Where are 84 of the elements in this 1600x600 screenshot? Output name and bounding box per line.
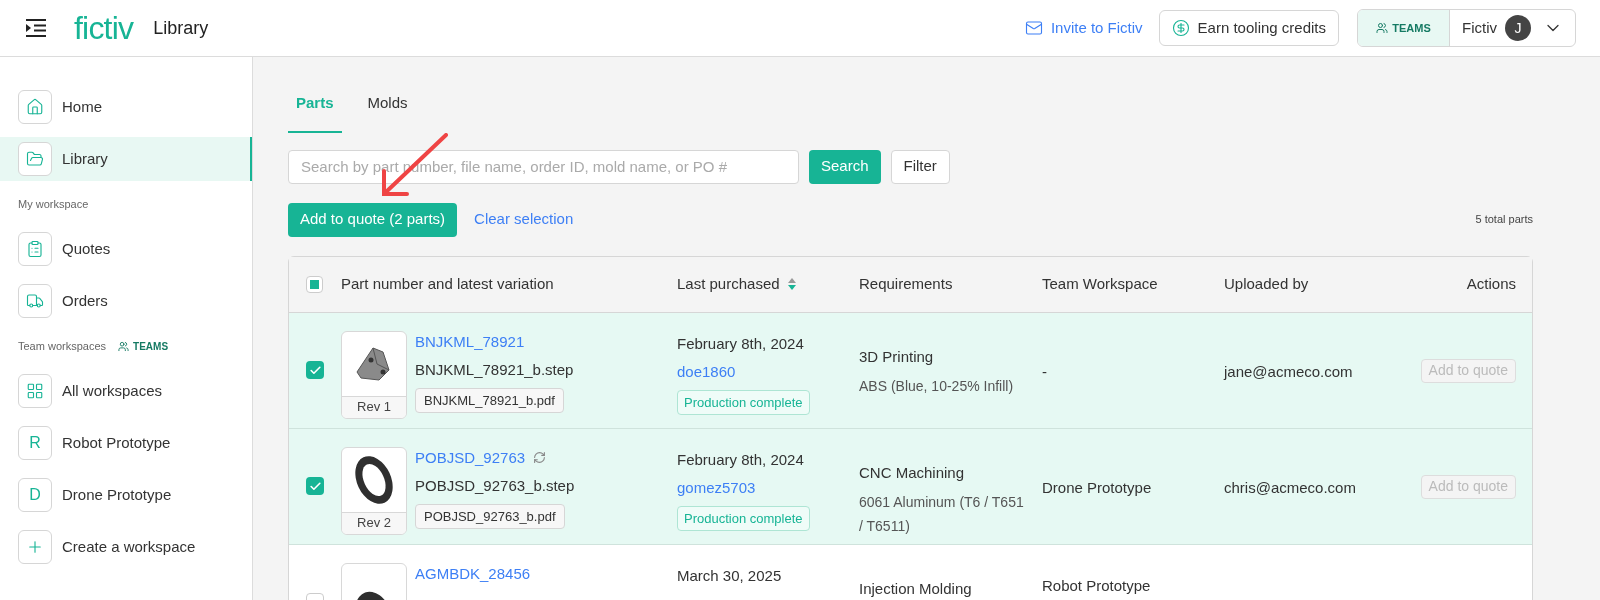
process-name: 3D Printing — [859, 346, 935, 367]
material-text: ABS (Blue, 10-25% Infill) — [859, 377, 1015, 396]
section-label: Team workspaces — [18, 338, 107, 354]
sidebar-item[interactable]: Home — [0, 85, 252, 129]
drawing-file-chip[interactable]: BNJKML_78921_b.pdf — [415, 387, 564, 413]
select-all-checkbox[interactable] — [306, 275, 323, 293]
row-checkbox[interactable] — [306, 477, 324, 495]
sidebar-label: Drone Prototype — [62, 484, 172, 505]
team-workspace-text: Drone Prototype — [1042, 477, 1152, 498]
column-header[interactable]: Requirements — [859, 272, 953, 296]
part-number-link[interactable]: BNJKML_78921 — [415, 330, 525, 353]
column-header[interactable]: Team Workspace — [1042, 272, 1158, 296]
sidebar-label: All workspaces — [62, 380, 163, 401]
workspace-initial: D — [29, 485, 41, 505]
part-number-link[interactable]: AGMBDK_28456 — [415, 562, 531, 585]
uploader-email: jane@acmeco.com — [1224, 361, 1353, 382]
material-text: 6061 Aluminum (T6 / T651 / T6511) — [859, 493, 1025, 536]
revision-label: Rev 1 — [342, 395, 406, 418]
earn-credits-button[interactable]: Earn tooling credits — [1158, 10, 1339, 46]
dollar-icon — [1171, 19, 1190, 37]
part-thumbnail[interactable]: Rev 1 — [341, 330, 407, 419]
section-label: My workspace — [18, 196, 89, 212]
row-checkbox[interactable] — [306, 361, 324, 379]
sidebar-item[interactable]: Create a workspace — [0, 525, 252, 569]
part-thumbnail[interactable]: Rev 2 — [341, 446, 407, 535]
drawing-file-chip[interactable]: POBJSD_92763_b.pdf — [415, 503, 565, 529]
plus-icon — [26, 538, 44, 556]
file-name: POBJSD_92763_b.step — [415, 476, 575, 496]
sidebar-item[interactable]: Quotes — [0, 227, 252, 271]
menu-icon[interactable] — [24, 16, 48, 40]
column-header[interactable]: Last purchased — [677, 272, 796, 296]
part-number-link[interactable]: POBJSD_92763 — [415, 446, 526, 469]
workspace-initial: R — [29, 433, 41, 453]
mail-icon — [1024, 19, 1043, 37]
status-tag: Production complete — [677, 505, 810, 531]
sort-icon — [787, 278, 796, 290]
status-tag: Production complete — [677, 389, 810, 415]
sidebar-item[interactable]: Orders — [0, 279, 252, 323]
grid-icon — [26, 382, 44, 400]
purchase-date: March 30, 2025 — [677, 565, 782, 586]
sidebar-label: Library — [62, 148, 108, 169]
clear-selection-link[interactable]: Clear selection — [474, 208, 574, 231]
page-title: Library — [153, 16, 209, 40]
sidebar-label: Orders — [62, 290, 108, 311]
buyer-link[interactable]: doe1860 — [677, 361, 736, 384]
sidebar-item[interactable]: All workspaces — [0, 369, 252, 413]
table-row[interactable]: Rev 2 POBJSD_92763 POBJSD_92763_b.step POBJSD_92763_b.pdf February 8th, 2024 gomez5703 Production complete CNC Machining 6061 Aluminum (T6 / T651 / T6511) Drone Prototype chris@acmeco.com Add to quote — [289, 428, 1532, 545]
invite-link[interactable]: Invite to Fictiv — [1024, 16, 1143, 40]
filter-button[interactable]: Filter — [890, 149, 950, 184]
table-row[interactable]: Rev 1 BNJKML_78921 BNJKML_78921_b.step BNJKML_78921_b.pdf February 8th, 2024 doe1860 Production complete 3D Printing ABS (Blue, 10-25% Infill) - jane@acmeco.com Add to quote — [289, 312, 1532, 429]
avatar: J — [1505, 15, 1531, 41]
sidebar-label: Robot Prototype — [62, 432, 171, 453]
process-name: CNC Machining — [859, 462, 966, 483]
file-name: BNJKML_78921_b.step — [415, 360, 574, 380]
sidebar-item[interactable]: R Robot Prototype — [0, 421, 252, 465]
account-switcher[interactable]: TEAMS Fictiv J — [1357, 9, 1576, 47]
column-header[interactable]: Actions — [1466, 272, 1516, 296]
sidebar-item[interactable]: D Drone Prototype — [0, 473, 252, 517]
purchase-date: February 8th, 2024 — [677, 333, 804, 354]
total-parts-count: 5 total parts — [1475, 212, 1533, 228]
process-name: Injection Molding — [859, 578, 973, 599]
teams-badge: TEAMS — [118, 338, 169, 354]
uploader-email: chris@acmeco.com — [1224, 477, 1356, 498]
team-workspace-text: - — [1042, 361, 1047, 382]
sidebar-label: Create a workspace — [62, 536, 196, 557]
revision-label: Rev 2 — [342, 511, 406, 534]
logo: fictiv — [74, 12, 134, 44]
truck-icon — [26, 292, 44, 310]
account-name: Fictiv — [1462, 17, 1497, 38]
column-header[interactable]: Part number and latest variation — [341, 272, 554, 296]
sidebar-label: Quotes — [62, 238, 111, 259]
tab[interactable]: Molds — [359, 92, 416, 133]
sidebar-label: Home — [62, 96, 102, 117]
buyer-link[interactable]: gomez5703 — [677, 477, 756, 500]
purchase-date: February 8th, 2024 — [677, 449, 804, 470]
house-icon — [26, 98, 44, 116]
column-header[interactable]: Uploaded by — [1224, 272, 1309, 296]
check-icon — [308, 363, 322, 377]
sidebar-item[interactable]: Library — [0, 137, 252, 181]
folder-icon — [26, 150, 44, 168]
team-workspace-text: Robot Prototype — [1042, 575, 1151, 596]
check-icon — [308, 479, 322, 493]
clipboard-icon — [26, 240, 44, 258]
teams-badge: TEAMS — [1358, 10, 1450, 46]
